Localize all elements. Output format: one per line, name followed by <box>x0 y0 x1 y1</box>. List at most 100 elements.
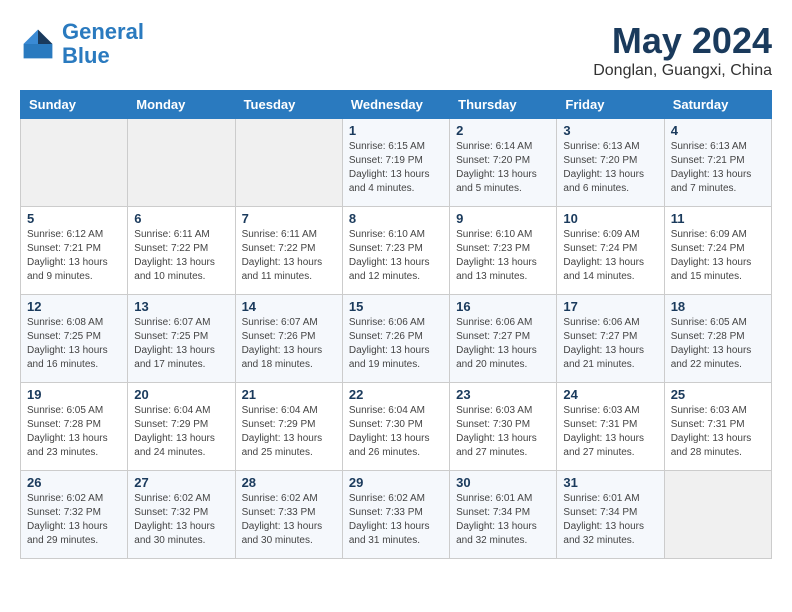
calendar-cell: 24 Sunrise: 6:03 AM Sunset: 7:31 PM Dayli… <box>557 383 664 471</box>
day-number: 21 <box>242 387 336 402</box>
day-info: Sunrise: 6:04 AM Sunset: 7:30 PM Dayligh… <box>349 404 443 460</box>
calendar-cell: 28Sunrise: 6:02 AM Sunset: 7:33 PM Dayli… <box>235 471 342 559</box>
calendar-cell: 31 Sunrise: 6:01 AM Sunset: 7:34 PM Dayli… <box>557 471 664 559</box>
day-number: 29 <box>349 475 443 490</box>
day-info: Sunrise: 6:04 AM Sunset: 7:29 PM Dayligh… <box>134 404 228 460</box>
calendar-cell: 11 Sunrise: 6:09 AM Sunset: 7:24 PM Dayli… <box>664 207 771 295</box>
day-info: Sunrise: 6:10 AM Sunset: 7:23 PM Dayligh… <box>349 228 443 284</box>
day-info: Sunrise: 6:07 AM Sunset: 7:25 PM Dayligh… <box>134 316 228 372</box>
day-number: 31 <box>563 475 657 490</box>
day-number: 13 <box>134 299 228 314</box>
day-number: 17 <box>563 299 657 314</box>
day-number: 24 <box>563 387 657 402</box>
calendar-cell: 6Sunrise: 6:11 AM Sunset: 7:22 PM Daylig… <box>128 207 235 295</box>
calendar-cell: 17 Sunrise: 6:06 AM Sunset: 7:27 PM Dayli… <box>557 295 664 383</box>
day-number: 28 <box>242 475 336 490</box>
calendar-header-sunday: Sunday <box>21 91 128 119</box>
calendar-cell: 29 Sunrise: 6:02 AM Sunset: 7:33 PM Dayli… <box>342 471 449 559</box>
calendar-week-3: 12Sunrise: 6:08 AM Sunset: 7:25 PM Dayli… <box>21 295 772 383</box>
calendar-cell: 14 Sunrise: 6:07 AM Sunset: 7:26 PM Dayli… <box>235 295 342 383</box>
day-info: Sunrise: 6:13 AM Sunset: 7:21 PM Dayligh… <box>671 140 765 196</box>
location: Donglan, Guangxi, China <box>593 62 772 80</box>
calendar-cell: 30 Sunrise: 6:01 AM Sunset: 7:34 PM Dayli… <box>450 471 557 559</box>
day-info: Sunrise: 6:05 AM Sunset: 7:28 PM Dayligh… <box>27 404 121 460</box>
day-number: 15 <box>349 299 443 314</box>
day-number: 3 <box>563 123 657 138</box>
day-number: 4 <box>671 123 765 138</box>
day-number: 26 <box>27 475 121 490</box>
day-info: Sunrise: 6:06 AM Sunset: 7:26 PM Dayligh… <box>349 316 443 372</box>
day-number: 1 <box>349 123 443 138</box>
day-number: 30 <box>456 475 550 490</box>
calendar-cell: 23 Sunrise: 6:03 AM Sunset: 7:30 PM Dayli… <box>450 383 557 471</box>
calendar-header-row: SundayMondayTuesdayWednesdayThursdayFrid… <box>21 91 772 119</box>
calendar-table: SundayMondayTuesdayWednesdayThursdayFrid… <box>20 90 772 559</box>
calendar-cell: 15 Sunrise: 6:06 AM Sunset: 7:26 PM Dayli… <box>342 295 449 383</box>
logo-icon <box>20 26 56 62</box>
day-info: Sunrise: 6:13 AM Sunset: 7:20 PM Dayligh… <box>563 140 657 196</box>
calendar-cell: 22Sunrise: 6:04 AM Sunset: 7:30 PM Dayli… <box>342 383 449 471</box>
calendar-cell: 12Sunrise: 6:08 AM Sunset: 7:25 PM Dayli… <box>21 295 128 383</box>
calendar-cell <box>235 119 342 207</box>
day-number: 18 <box>671 299 765 314</box>
calendar-cell <box>128 119 235 207</box>
calendar-cell: 5 Sunrise: 6:12 AM Sunset: 7:21 PM Daylig… <box>21 207 128 295</box>
day-info: Sunrise: 6:10 AM Sunset: 7:23 PM Dayligh… <box>456 228 550 284</box>
calendar-cell: 25Sunrise: 6:03 AM Sunset: 7:31 PM Dayli… <box>664 383 771 471</box>
day-info: Sunrise: 6:05 AM Sunset: 7:28 PM Dayligh… <box>671 316 765 372</box>
day-info: Sunrise: 6:07 AM Sunset: 7:26 PM Dayligh… <box>242 316 336 372</box>
day-info: Sunrise: 6:11 AM Sunset: 7:22 PM Dayligh… <box>242 228 336 284</box>
calendar-cell: 3 Sunrise: 6:13 AM Sunset: 7:20 PM Daylig… <box>557 119 664 207</box>
calendar-cell: 20 Sunrise: 6:04 AM Sunset: 7:29 PM Dayli… <box>128 383 235 471</box>
calendar-cell: 18 Sunrise: 6:05 AM Sunset: 7:28 PM Dayli… <box>664 295 771 383</box>
calendar-cell: 10 Sunrise: 6:09 AM Sunset: 7:24 PM Dayli… <box>557 207 664 295</box>
calendar-cell <box>21 119 128 207</box>
day-info: Sunrise: 6:14 AM Sunset: 7:20 PM Dayligh… <box>456 140 550 196</box>
calendar-header-saturday: Saturday <box>664 91 771 119</box>
day-number: 20 <box>134 387 228 402</box>
calendar-cell: 4 Sunrise: 6:13 AM Sunset: 7:21 PM Daylig… <box>664 119 771 207</box>
calendar-header-thursday: Thursday <box>450 91 557 119</box>
day-info: Sunrise: 6:12 AM Sunset: 7:21 PM Dayligh… <box>27 228 121 284</box>
day-number: 2 <box>456 123 550 138</box>
day-number: 27 <box>134 475 228 490</box>
calendar-cell: 21Sunrise: 6:04 AM Sunset: 7:29 PM Dayli… <box>235 383 342 471</box>
day-number: 9 <box>456 211 550 226</box>
calendar-week-2: 5 Sunrise: 6:12 AM Sunset: 7:21 PM Daylig… <box>21 207 772 295</box>
calendar-cell <box>664 471 771 559</box>
day-number: 14 <box>242 299 336 314</box>
calendar-cell: 8 Sunrise: 6:10 AM Sunset: 7:23 PM Daylig… <box>342 207 449 295</box>
calendar-cell: 26 Sunrise: 6:02 AM Sunset: 7:32 PM Dayli… <box>21 471 128 559</box>
day-number: 8 <box>349 211 443 226</box>
day-info: Sunrise: 6:09 AM Sunset: 7:24 PM Dayligh… <box>563 228 657 284</box>
calendar-header-monday: Monday <box>128 91 235 119</box>
logo-line1: General <box>62 19 144 44</box>
calendar-cell: 1Sunrise: 6:15 AM Sunset: 7:19 PM Daylig… <box>342 119 449 207</box>
day-info: Sunrise: 6:09 AM Sunset: 7:24 PM Dayligh… <box>671 228 765 284</box>
day-info: Sunrise: 6:03 AM Sunset: 7:30 PM Dayligh… <box>456 404 550 460</box>
day-info: Sunrise: 6:06 AM Sunset: 7:27 PM Dayligh… <box>563 316 657 372</box>
calendar-cell: 9 Sunrise: 6:10 AM Sunset: 7:23 PM Daylig… <box>450 207 557 295</box>
day-number: 10 <box>563 211 657 226</box>
day-number: 23 <box>456 387 550 402</box>
day-info: Sunrise: 6:02 AM Sunset: 7:32 PM Dayligh… <box>134 492 228 548</box>
day-info: Sunrise: 6:02 AM Sunset: 7:33 PM Dayligh… <box>349 492 443 548</box>
calendar-cell: 27 Sunrise: 6:02 AM Sunset: 7:32 PM Dayli… <box>128 471 235 559</box>
day-info: Sunrise: 6:01 AM Sunset: 7:34 PM Dayligh… <box>563 492 657 548</box>
calendar-cell: 7 Sunrise: 6:11 AM Sunset: 7:22 PM Daylig… <box>235 207 342 295</box>
day-info: Sunrise: 6:03 AM Sunset: 7:31 PM Dayligh… <box>671 404 765 460</box>
calendar-week-5: 26 Sunrise: 6:02 AM Sunset: 7:32 PM Dayli… <box>21 471 772 559</box>
day-info: Sunrise: 6:01 AM Sunset: 7:34 PM Dayligh… <box>456 492 550 548</box>
title-block: May 2024 Donglan, Guangxi, China <box>593 20 772 80</box>
calendar-header-tuesday: Tuesday <box>235 91 342 119</box>
page-header: General Blue May 2024 Donglan, Guangxi, … <box>20 20 772 80</box>
day-number: 11 <box>671 211 765 226</box>
day-number: 5 <box>27 211 121 226</box>
calendar-cell: 2 Sunrise: 6:14 AM Sunset: 7:20 PM Daylig… <box>450 119 557 207</box>
day-number: 12 <box>27 299 121 314</box>
logo: General Blue <box>20 20 144 68</box>
day-number: 19 <box>27 387 121 402</box>
day-info: Sunrise: 6:02 AM Sunset: 7:32 PM Dayligh… <box>27 492 121 548</box>
day-info: Sunrise: 6:03 AM Sunset: 7:31 PM Dayligh… <box>563 404 657 460</box>
day-number: 7 <box>242 211 336 226</box>
